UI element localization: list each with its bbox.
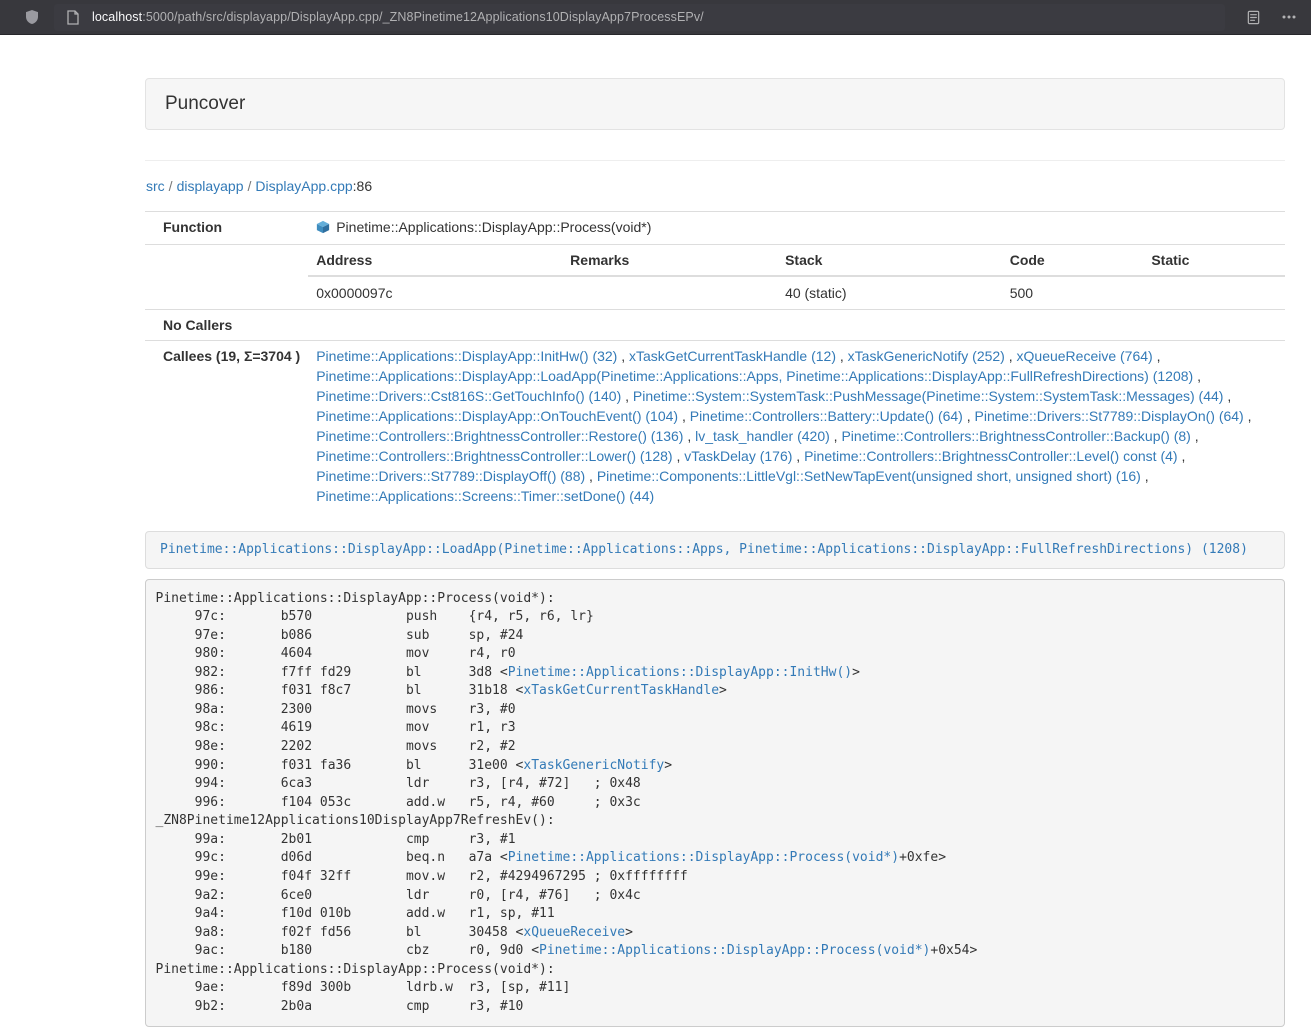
url-text: localhost:5000/path/src/displayapp/Displ… — [92, 10, 704, 24]
callee-link[interactable]: Pinetime::Controllers::Battery::Update()… — [690, 408, 963, 424]
breadcrumb-link-displayapp[interactable]: displayapp — [177, 178, 244, 194]
callee-link[interactable]: Pinetime::Drivers::Cst816S::GetTouchInfo… — [316, 388, 621, 404]
callee-link[interactable]: xTaskGetCurrentTaskHandle (12) — [629, 348, 836, 364]
code-symbol-link[interactable]: Pinetime::Applications::DisplayApp::Init… — [508, 665, 852, 680]
stats-cell: Address Remarks Stack Code Static 0x0000… — [308, 245, 1285, 310]
callee-link[interactable]: Pinetime::Components::LittleVgl::SetNewT… — [597, 468, 1141, 484]
disassembly-block: Pinetime::Applications::DisplayApp::Proc… — [145, 579, 1285, 1027]
page-title: Puncover — [165, 93, 1265, 115]
callee-link[interactable]: Pinetime::Applications::Screens::Timer::… — [316, 488, 654, 504]
callee-separator: , — [1005, 348, 1017, 364]
callee-link[interactable]: Pinetime::Drivers::St7789::DisplayOn() (… — [975, 408, 1244, 424]
breadcrumb-separator: / — [244, 178, 256, 194]
col-header-code: Code — [1002, 245, 1144, 276]
code-symbol-link[interactable]: Pinetime::Applications::DisplayApp::Proc… — [539, 943, 930, 958]
callee-separator: , — [1193, 368, 1201, 384]
breadcrumb-link-file[interactable]: DisplayApp.cpp — [255, 178, 352, 194]
callee-separator: , — [683, 428, 695, 444]
callee-separator: , — [585, 468, 597, 484]
callee-separator: , — [1223, 388, 1231, 404]
callee-link[interactable]: Pinetime::Drivers::St7789::DisplayOff() … — [316, 468, 585, 484]
callee-link[interactable]: Pinetime::Applications::DisplayApp::Init… — [316, 348, 617, 364]
callee-link[interactable]: xQueueReceive (764) — [1017, 348, 1153, 364]
page-info-icon[interactable] — [63, 7, 83, 27]
url-bar[interactable]: localhost:5000/path/src/displayapp/Displ… — [54, 4, 1225, 31]
callee-separator: , — [1191, 428, 1199, 444]
url-path: :5000/path/src/displayapp/DisplayApp.cpp… — [142, 10, 704, 24]
function-row-label: Function — [145, 212, 308, 245]
callee-separator: , — [792, 448, 804, 464]
code-size-value: 500 — [1002, 276, 1144, 309]
signature-panel: Pinetime::Applications::DisplayApp::Load… — [145, 531, 1285, 569]
remarks-value — [562, 276, 777, 309]
callee-link[interactable]: Pinetime::Controllers::BrightnessControl… — [841, 428, 1190, 444]
breadcrumb-link-src[interactable]: src — [146, 178, 165, 194]
no-callers-label: No Callers — [145, 310, 308, 341]
callee-link[interactable]: Pinetime::Controllers::BrightnessControl… — [804, 448, 1177, 464]
function-table: Function Pinetime::Applications::Display… — [145, 211, 1285, 511]
callee-link[interactable]: Pinetime::Applications::DisplayApp::Load… — [316, 368, 1193, 384]
code-symbol-link[interactable]: xTaskGetCurrentTaskHandle — [523, 683, 719, 698]
signature-link[interactable]: Pinetime::Applications::DisplayApp::Load… — [160, 542, 1248, 557]
stats-table: Address Remarks Stack Code Static 0x0000… — [308, 245, 1285, 309]
app-header: Puncover — [145, 78, 1285, 130]
function-icon — [316, 219, 330, 239]
function-name-cell: Pinetime::Applications::DisplayApp::Proc… — [308, 212, 1285, 245]
code-symbol-link[interactable]: xQueueReceive — [523, 925, 625, 940]
callee-separator: , — [830, 428, 842, 444]
stats-row: 0x0000097c 40 (static) 500 — [308, 276, 1285, 309]
col-header-address: Address — [308, 245, 562, 276]
function-row: Function Pinetime::Applications::Display… — [145, 212, 1285, 245]
empty-label-cell — [145, 245, 308, 310]
no-callers-row: No Callers — [145, 310, 1285, 341]
no-callers-cell — [308, 310, 1285, 341]
callees-row: Callees (19, Σ=3704 ) Pinetime::Applicat… — [145, 341, 1285, 512]
page-content: Puncover src/displayapp/DisplayApp.cpp:8… — [145, 78, 1285, 1027]
function-name: Pinetime::Applications::DisplayApp::Proc… — [336, 219, 651, 235]
callee-separator: , — [621, 388, 633, 404]
url-host: localhost — [92, 10, 142, 24]
browser-toolbar: localhost:5000/path/src/displayapp/Displ… — [0, 0, 1311, 35]
callee-separator: , — [1153, 348, 1161, 364]
col-header-static: Static — [1143, 245, 1285, 276]
breadcrumb-separator: / — [165, 178, 177, 194]
callee-separator: , — [678, 408, 690, 424]
callee-link[interactable]: Pinetime::Controllers::BrightnessControl… — [316, 428, 683, 444]
callee-separator: , — [1244, 408, 1252, 424]
overflow-menu-icon[interactable] — [1279, 7, 1299, 27]
breadcrumb-line-number: :86 — [353, 178, 372, 194]
callee-separator: , — [673, 448, 685, 464]
static-value — [1143, 276, 1285, 309]
callee-link[interactable]: lv_task_handler (420) — [695, 428, 830, 444]
callee-link[interactable]: xTaskGenericNotify (252) — [848, 348, 1005, 364]
callees-label: Callees (19, Σ=3704 ) — [145, 341, 308, 512]
breadcrumb: src/displayapp/DisplayApp.cpp:86 — [145, 161, 1285, 208]
reader-view-icon[interactable] — [1243, 7, 1263, 27]
callees-cell: Pinetime::Applications::DisplayApp::Init… — [308, 341, 1285, 512]
callee-link[interactable]: Pinetime::System::SystemTask::PushMessag… — [633, 388, 1224, 404]
stack-value: 40 (static) — [777, 276, 1002, 309]
callee-separator: , — [1141, 468, 1149, 484]
callee-link[interactable]: Pinetime::Applications::DisplayApp::OnTo… — [316, 408, 678, 424]
col-header-remarks: Remarks — [562, 245, 777, 276]
callee-link[interactable]: Pinetime::Controllers::BrightnessControl… — [316, 448, 672, 464]
function-stats-row: Address Remarks Stack Code Static 0x0000… — [145, 245, 1285, 310]
callee-link[interactable]: vTaskDelay (176) — [684, 448, 792, 464]
callee-separator: , — [836, 348, 848, 364]
code-symbol-link[interactable]: Pinetime::Applications::DisplayApp::Proc… — [508, 850, 899, 865]
col-header-stack: Stack — [777, 245, 1002, 276]
address-value: 0x0000097c — [308, 276, 562, 309]
callee-separator: , — [617, 348, 629, 364]
callee-separator: , — [1178, 448, 1186, 464]
code-symbol-link[interactable]: xTaskGenericNotify — [523, 758, 664, 773]
shield-icon[interactable] — [22, 7, 42, 27]
callee-separator: , — [963, 408, 975, 424]
